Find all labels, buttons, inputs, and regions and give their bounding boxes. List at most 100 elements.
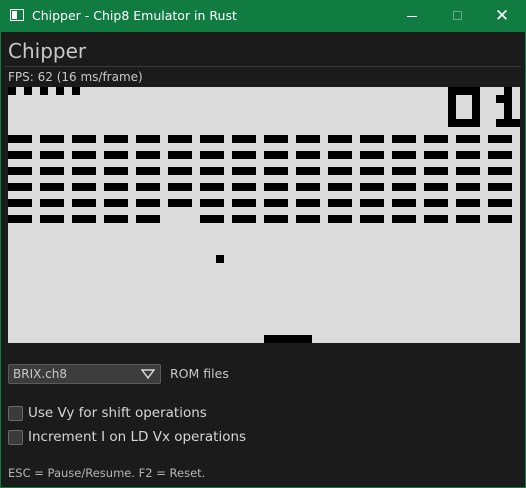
score-digit-pixel (496, 95, 504, 103)
brick (136, 151, 160, 159)
brick (360, 215, 384, 223)
rom-select[interactable]: BRIX.ch8 (8, 364, 161, 384)
brick (488, 151, 512, 159)
score-digit-pixel (456, 87, 464, 95)
brick (72, 215, 96, 223)
brick (296, 167, 320, 175)
brick (328, 199, 352, 207)
brick (200, 151, 224, 159)
brick (168, 199, 192, 207)
chip8-framebuffer (8, 87, 520, 343)
brick (456, 199, 480, 207)
brick (424, 199, 448, 207)
brick (168, 167, 192, 175)
increment-i-label: Increment I on LD Vx operations (28, 429, 247, 445)
brick (136, 167, 160, 175)
score-digit-pixel (456, 119, 464, 127)
maximize-button[interactable] (435, 1, 481, 32)
brick (168, 135, 192, 143)
minimize-button[interactable] (389, 1, 435, 32)
brick (264, 215, 288, 223)
title-bar[interactable]: Chipper - Chip8 Emulator in Rust ✕ (1, 1, 525, 32)
brick (72, 151, 96, 159)
use-vy-shift-checkbox[interactable] (8, 406, 23, 421)
score-digit-pixel (448, 87, 456, 95)
life-indicator (56, 87, 64, 95)
brick (200, 135, 224, 143)
score-digit-pixel (504, 95, 512, 103)
score-digit-pixel (504, 111, 512, 119)
brick (296, 199, 320, 207)
brick (136, 135, 160, 143)
brick (360, 183, 384, 191)
brick (72, 167, 96, 175)
brick (264, 167, 288, 175)
maximize-icon (453, 11, 462, 20)
rom-select-value: BRIX.ch8 (13, 367, 67, 381)
window-title: Chipper - Chip8 Emulator in Rust (32, 8, 237, 23)
score-digit-pixel (504, 103, 512, 111)
brick (104, 199, 128, 207)
score-digit-pixel (472, 87, 480, 95)
close-button[interactable]: ✕ (479, 1, 525, 32)
rom-files-label: ROM files (170, 366, 229, 381)
brick (200, 215, 224, 223)
keyboard-hint: ESC = Pause/Resume. F2 = Reset. (8, 466, 206, 480)
app-window: Chipper - Chip8 Emulator in Rust ✕ Chipp… (0, 0, 526, 488)
score-digit-pixel (464, 87, 472, 95)
brick (456, 167, 480, 175)
brick (328, 151, 352, 159)
brick (8, 199, 32, 207)
brick (8, 183, 32, 191)
brick (232, 135, 256, 143)
brick (424, 167, 448, 175)
brick (296, 151, 320, 159)
brick (488, 167, 512, 175)
brick (104, 183, 128, 191)
brick (40, 183, 64, 191)
life-indicator (8, 87, 16, 95)
brick (456, 135, 480, 143)
brick (104, 135, 128, 143)
brick (456, 215, 480, 223)
brick (424, 151, 448, 159)
brick (40, 215, 64, 223)
score-digit-pixel (512, 119, 520, 127)
brick (392, 135, 416, 143)
brick (392, 183, 416, 191)
life-indicator (40, 87, 48, 95)
score-digit-pixel (448, 103, 456, 111)
increment-i-checkbox[interactable] (8, 430, 23, 445)
brick (296, 183, 320, 191)
brick (200, 199, 224, 207)
brick (488, 183, 512, 191)
brick (328, 215, 352, 223)
chip8-display (8, 87, 520, 343)
brick (72, 183, 96, 191)
brick (168, 151, 192, 159)
brick (200, 183, 224, 191)
life-indicator (24, 87, 32, 95)
brick (8, 135, 32, 143)
score-digit-pixel (504, 119, 512, 127)
brick (328, 183, 352, 191)
score-digit-pixel (472, 95, 480, 103)
window-icon (10, 9, 24, 21)
score-digit-pixel (472, 103, 480, 111)
ball (216, 255, 224, 263)
close-icon: ✕ (494, 6, 510, 26)
brick (232, 151, 256, 159)
brick (104, 215, 128, 223)
brick (392, 167, 416, 175)
brick (232, 167, 256, 175)
paddle (264, 335, 312, 343)
score-digit-pixel (472, 119, 480, 127)
brick (456, 151, 480, 159)
brick (488, 135, 512, 143)
brick (328, 167, 352, 175)
brick (40, 135, 64, 143)
brick (104, 167, 128, 175)
brick (264, 151, 288, 159)
brick (136, 183, 160, 191)
brick (168, 183, 192, 191)
